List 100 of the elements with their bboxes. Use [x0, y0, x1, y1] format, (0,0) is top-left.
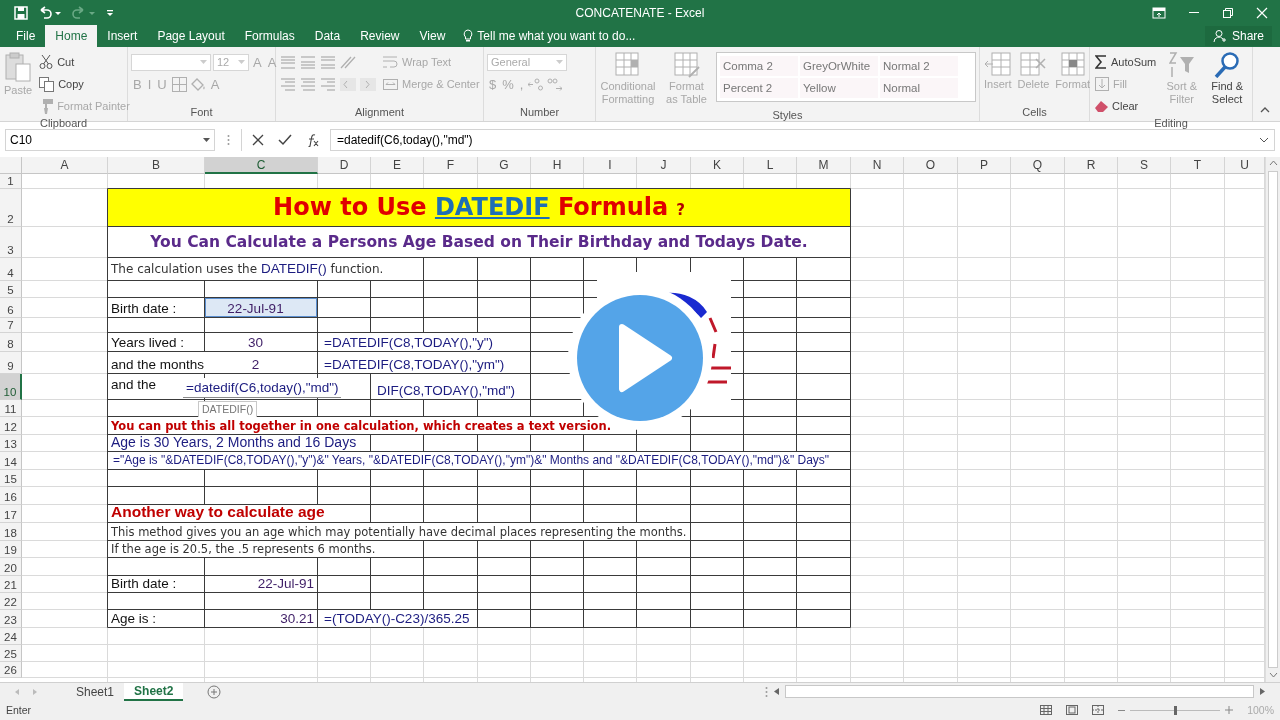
column-header[interactable]: G	[478, 157, 531, 174]
ribbon-button[interactable]: Find & Select	[1205, 50, 1249, 108]
ribbon-button[interactable]	[339, 55, 357, 69]
dropdown-field[interactable]	[131, 53, 211, 71]
ribbon-button[interactable]	[170, 76, 188, 92]
column-header[interactable]: M	[797, 157, 851, 174]
page-layout-icon[interactable]	[1066, 705, 1079, 715]
column-header[interactable]: D	[318, 157, 371, 174]
ribbon-button[interactable]: Cut	[37, 55, 77, 69]
column-header[interactable]: T	[1171, 157, 1225, 174]
style-item[interactable]: Yellow	[800, 78, 878, 98]
ribbon-button[interactable]	[319, 55, 337, 69]
normal-view-icon[interactable]	[1040, 705, 1053, 715]
row-header[interactable]: 21	[0, 576, 22, 593]
scroll-right-icon[interactable]	[1260, 688, 1265, 695]
row-header[interactable]: 15	[0, 470, 22, 487]
restore-icon[interactable]	[1222, 6, 1234, 19]
row-header[interactable]: 8	[0, 333, 22, 352]
style-item[interactable]: GreyOrWhite	[800, 56, 878, 76]
row-header[interactable]: 13	[0, 435, 22, 452]
cell-editor[interactable]: =datedif(C6,today(),"md")	[183, 378, 341, 398]
row-header[interactable]: 1	[0, 174, 22, 189]
function-icon[interactable]	[306, 133, 320, 147]
row-header[interactable]: 4	[0, 258, 22, 281]
row-header[interactable]: 6	[0, 298, 22, 318]
scroll-left-icon[interactable]	[774, 688, 779, 695]
redo-icon[interactable]	[72, 5, 96, 20]
scrollbar-thumb[interactable]	[1268, 171, 1278, 668]
add-sheet-icon[interactable]	[207, 684, 222, 699]
row-header[interactable]: 24	[0, 628, 22, 645]
share-button[interactable]: Share	[1204, 26, 1272, 46]
ribbon-tab[interactable]: Formulas	[234, 25, 305, 47]
ribbon-button[interactable]	[299, 55, 317, 69]
slider-thumb[interactable]	[1174, 705, 1178, 715]
row-header[interactable]: 12	[0, 417, 22, 435]
grip-icon[interactable]	[765, 685, 768, 698]
tell-me-field[interactable]: Tell me what you want to do...	[463, 25, 648, 47]
ribbon-tab[interactable]: View	[409, 25, 456, 47]
row-header[interactable]: 20	[0, 558, 22, 576]
ribbon-button[interactable]	[339, 77, 357, 91]
row-header[interactable]: 22	[0, 593, 22, 610]
column-header[interactable]: Q	[1011, 157, 1065, 174]
select-all-button[interactable]	[0, 157, 22, 174]
grip-icon[interactable]	[226, 134, 230, 146]
column-header[interactable]: O	[904, 157, 958, 174]
row-header[interactable]: 2	[0, 189, 22, 227]
column-header[interactable]: H	[531, 157, 584, 174]
row-header[interactable]: 23	[0, 610, 22, 628]
sheet-tab[interactable]: Sheet2	[124, 682, 184, 701]
row-header[interactable]: 25	[0, 645, 22, 662]
ribbon-tab[interactable]: File	[6, 25, 46, 47]
ribbon-button[interactable]	[359, 77, 377, 91]
row-header[interactable]: 17	[0, 505, 22, 523]
ribbon-button[interactable]	[279, 77, 297, 91]
style-item[interactable]: Normal 2	[880, 56, 958, 76]
ribbon-tab[interactable]: Data	[304, 25, 351, 47]
row-header[interactable]: 19	[0, 541, 22, 558]
customize-icon[interactable]	[106, 8, 114, 17]
column-header[interactable]: I	[584, 157, 637, 174]
column-header[interactable]: A	[22, 157, 108, 174]
row-header[interactable]: 7	[0, 318, 22, 333]
ribbon-button[interactable]	[279, 55, 297, 69]
ribbon-tab[interactable]: Home	[45, 25, 98, 47]
column-header[interactable]: L	[744, 157, 797, 174]
column-header[interactable]: B	[108, 157, 205, 174]
row-header[interactable]: 14	[0, 452, 22, 470]
check-icon[interactable]	[278, 134, 292, 146]
ribbon-button[interactable]	[319, 77, 337, 91]
ribbon-tab[interactable]: Page Layout	[147, 25, 235, 47]
close-icon[interactable]	[1256, 6, 1268, 19]
name-box[interactable]: C10	[5, 129, 215, 151]
ribbon-tab[interactable]: Insert	[97, 25, 148, 47]
row-header[interactable]: 18	[0, 523, 22, 541]
undo-icon[interactable]	[38, 5, 62, 20]
page-break-icon[interactable]	[1092, 705, 1105, 715]
row-header[interactable]: 5	[0, 281, 22, 298]
ribbon-button[interactable]: Clear	[1093, 100, 1141, 112]
style-item[interactable]: Normal	[880, 78, 958, 98]
scrollbar-thumb[interactable]	[785, 685, 1254, 698]
style-item[interactable]: Percent 2	[720, 78, 798, 98]
ribbon-button[interactable]	[189, 77, 207, 91]
ribbon-button[interactable]	[546, 77, 564, 91]
ribbon-display-icon[interactable]	[1152, 6, 1166, 19]
column-header[interactable]: C	[205, 157, 318, 174]
column-header[interactable]: P	[958, 157, 1011, 174]
column-header[interactable]: U	[1225, 157, 1265, 174]
column-header[interactable]: N	[851, 157, 904, 174]
row-header[interactable]: 11	[0, 400, 22, 417]
column-header[interactable]: J	[637, 157, 691, 174]
ribbon-button[interactable]	[299, 77, 317, 91]
cancel-icon[interactable]	[252, 134, 264, 146]
column-header[interactable]: E	[371, 157, 424, 174]
row-header[interactable]: 9	[0, 352, 22, 374]
formula-field[interactable]: =datedif(C6,today(),"md")	[330, 129, 1275, 151]
column-header[interactable]: R	[1065, 157, 1118, 174]
row-header[interactable]: 3	[0, 227, 22, 258]
row-header[interactable]: 26	[0, 662, 22, 678]
column-header[interactable]: S	[1118, 157, 1171, 174]
ribbon-button[interactable]: AutoSum	[1093, 55, 1159, 69]
ribbon-tab[interactable]: Review	[350, 25, 410, 47]
